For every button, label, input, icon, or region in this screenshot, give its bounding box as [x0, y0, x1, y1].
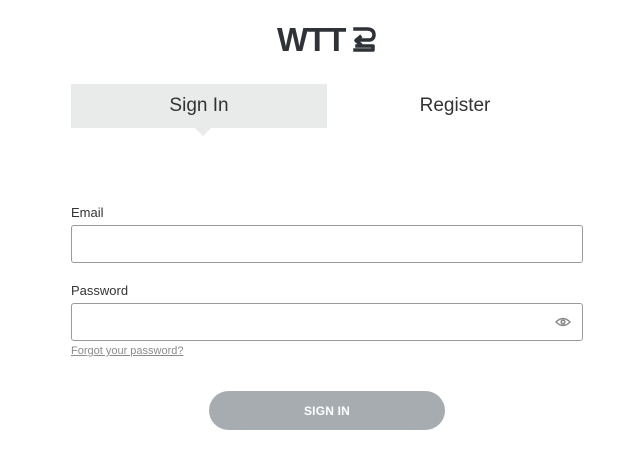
email-label: Email: [71, 205, 104, 220]
tab-sign-in[interactable]: Sign In: [71, 84, 327, 128]
logo-text: WTT: [277, 24, 346, 54]
password-label: Password: [71, 283, 129, 298]
tab-register-label: Register: [419, 95, 491, 116]
sign-in-button[interactable]: SIGN IN: [209, 391, 445, 430]
active-tab-pointer: [195, 128, 211, 136]
auth-tabs: Sign In Register: [71, 84, 583, 128]
eye-icon[interactable]: [555, 316, 571, 328]
logo-arrow-mark: [353, 27, 376, 52]
password-field[interactable]: [71, 303, 583, 341]
wtt-logo-mark: WTT: [277, 24, 376, 54]
tab-register[interactable]: Register: [327, 84, 583, 128]
brand-logo: WTT: [277, 24, 377, 54]
forgot-password-link[interactable]: Forgot your password?: [71, 345, 184, 357]
tab-sign-in-label: Sign In: [169, 95, 229, 116]
email-field[interactable]: [71, 225, 583, 263]
